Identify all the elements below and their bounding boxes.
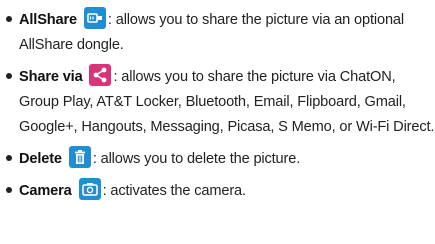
description-delete: : allows you to delete the picture. (92, 151, 301, 167)
bullet (6, 155, 12, 161)
term-share-via: Share via (19, 69, 83, 85)
list-item-delete: Delete : allows you to delete the pictur… (0, 146, 435, 172)
share-icon (89, 64, 112, 86)
list-item-allshare: AllShare : allows you to share the pictu… (0, 7, 435, 58)
list-item-share-via: Share via : allows you to share the pict… (0, 64, 435, 140)
term-delete: Delete (19, 151, 62, 167)
bullet (6, 73, 12, 79)
term-camera: Camera (19, 183, 72, 199)
description-allshare: : allows you to share the picture via an… (19, 12, 404, 53)
bullet (6, 16, 12, 22)
term-allshare: AllShare (19, 12, 78, 28)
list-item-camera: Camera : activates the camera. (0, 178, 435, 204)
camera-icon (78, 178, 101, 200)
description-camera: : activates the camera. (102, 183, 247, 199)
feature-list: AllShare : allows you to share the pictu… (0, 0, 435, 204)
allshare-icon (83, 7, 106, 29)
trash-icon (68, 146, 91, 168)
bullet (6, 187, 12, 193)
